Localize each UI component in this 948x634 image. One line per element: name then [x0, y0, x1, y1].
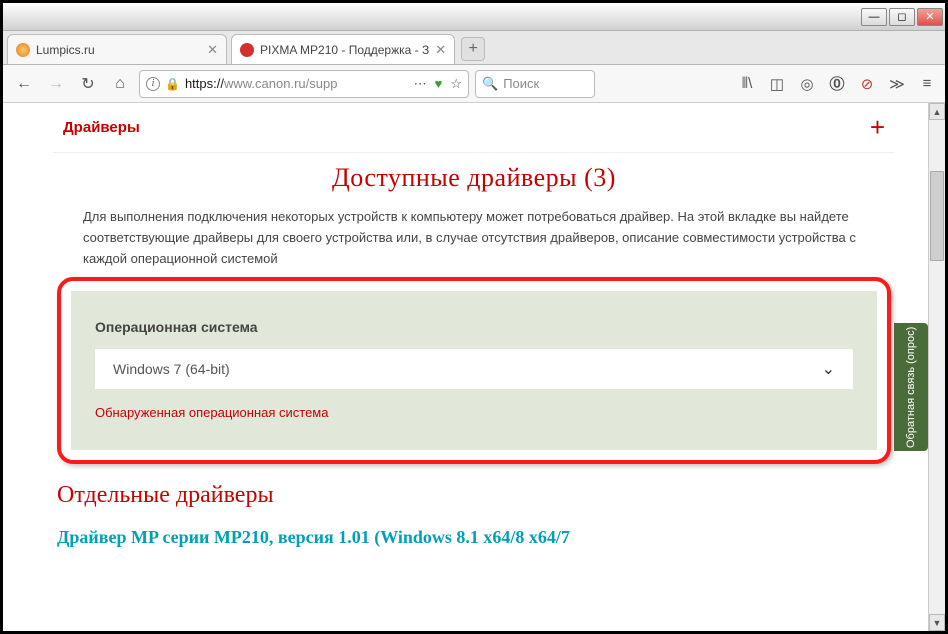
os-selection-panel: Операционная система Windows 7 (64-bit) …: [71, 291, 877, 450]
info-icon[interactable]: i: [146, 77, 160, 91]
search-placeholder: Поиск: [503, 76, 539, 91]
shield-icon[interactable]: ♥: [435, 76, 443, 92]
scroll-down-button[interactable]: ▼: [929, 614, 945, 631]
ext-icon-blocked[interactable]: ⊘: [857, 74, 877, 94]
url-input[interactable]: i 🔒 https://www.canon.ru/supp ⋯ ♥ ☆: [139, 70, 469, 98]
close-tab-icon[interactable]: ✕: [207, 42, 218, 58]
address-bar: ← → ↻ ⌂ i 🔒 https://www.canon.ru/supp ⋯ …: [3, 65, 945, 103]
os-selected-value: Windows 7 (64-bit): [113, 361, 230, 377]
url-text: https://www.canon.ru/supp: [185, 76, 409, 91]
bookmark-icon[interactable]: ☆: [450, 76, 462, 92]
expand-plus-icon[interactable]: +: [870, 112, 885, 143]
close-window-button[interactable]: ✕: [917, 8, 943, 26]
search-icon: 🔍: [482, 76, 498, 92]
available-drivers-title: Доступные драйверы (3): [53, 163, 895, 193]
separate-drivers-title: Отдельные драйверы: [57, 482, 895, 509]
scroll-thumb[interactable]: [930, 171, 944, 261]
forward-button[interactable]: →: [43, 71, 69, 97]
ext-icon-1[interactable]: ◎: [797, 74, 817, 94]
tab-title: Lumpics.ru: [36, 43, 201, 57]
hamburger-menu-icon[interactable]: ≡: [917, 74, 937, 94]
browser-tab-bar: Lumpics.ru ✕ PIXMA MP210 - Поддержка - З…: [3, 31, 945, 65]
os-label: Операционная система: [95, 319, 853, 335]
tab-canon[interactable]: PIXMA MP210 - Поддержка - З ✕: [231, 34, 455, 64]
new-tab-button[interactable]: +: [461, 37, 485, 61]
minimize-button[interactable]: —: [861, 8, 887, 26]
back-button[interactable]: ←: [11, 71, 37, 97]
feedback-tab[interactable]: Обратная связь (опрос): [894, 323, 928, 451]
favicon-icon: [240, 43, 254, 57]
close-tab-icon[interactable]: ✕: [435, 42, 446, 58]
library-icon[interactable]: ⫴\: [737, 74, 757, 94]
chevron-down-icon: ⌄: [822, 359, 835, 379]
driver-download-link[interactable]: Драйвер MP серии MP210, версия 1.01 (Win…: [57, 527, 895, 548]
os-dropdown[interactable]: Windows 7 (64-bit) ⌄: [95, 349, 853, 389]
sidebar-icon[interactable]: ◫: [767, 74, 787, 94]
page-content: Драйверы + Доступные драйверы (3) Для вы…: [3, 103, 945, 548]
favicon-icon: [16, 43, 30, 57]
detected-os-text: Обнаруженная операционная система: [95, 405, 853, 420]
tab-lumpics[interactable]: Lumpics.ru ✕: [7, 34, 227, 64]
reload-button[interactable]: ↻: [75, 71, 101, 97]
lock-icon: 🔒: [165, 77, 180, 91]
drivers-tab-label: Драйверы: [63, 119, 140, 136]
more-icon[interactable]: ⋯: [414, 76, 427, 92]
overflow-menu-icon[interactable]: ≫: [887, 74, 907, 94]
drivers-description: Для выполнения подключения некоторых уст…: [53, 207, 895, 269]
home-button[interactable]: ⌂: [107, 71, 133, 97]
search-input[interactable]: 🔍 Поиск: [475, 70, 595, 98]
vertical-scrollbar[interactable]: ▲ ▼: [928, 103, 945, 631]
drivers-accordion-header[interactable]: Драйверы +: [53, 103, 895, 153]
maximize-button[interactable]: ◻: [889, 8, 915, 26]
window-titlebar: — ◻ ✕: [3, 3, 945, 31]
scroll-up-button[interactable]: ▲: [929, 103, 945, 120]
tab-title: PIXMA MP210 - Поддержка - З: [260, 43, 429, 57]
os-selection-highlight: Операционная система Windows 7 (64-bit) …: [57, 277, 891, 464]
ext-icon-2[interactable]: ⓪: [827, 74, 847, 94]
